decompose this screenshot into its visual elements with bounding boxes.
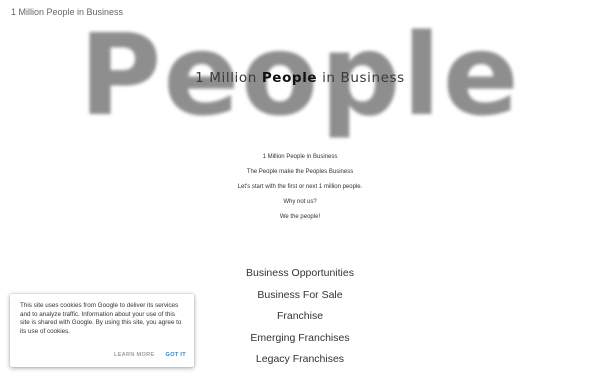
link-business-for-sale[interactable]: Business For Sale <box>257 289 342 302</box>
link-business-opportunities[interactable]: Business Opportunities <box>246 267 354 280</box>
learn-more-button[interactable]: LEARN MORE <box>114 352 155 358</box>
intro-line: 1 Million People in Business <box>262 154 338 160</box>
got-it-button[interactable]: GOT IT <box>166 352 186 358</box>
intro-line: Why not us? <box>283 199 317 205</box>
hero-headline-start: 1 Million <box>195 70 262 86</box>
page: 1 Million People in Business People 1 Mi… <box>0 0 600 375</box>
link-emerging-franchises[interactable]: Emerging Franchises <box>250 332 349 345</box>
cookie-message: This site uses cookies from Google to de… <box>20 302 182 335</box>
cookie-consent-banner: This site uses cookies from Google to de… <box>10 294 194 367</box>
hero-headline: 1 Million People in Business <box>0 70 600 86</box>
hero-banner: People 1 Million People in Business <box>0 18 600 138</box>
intro-line: Let's start with the first or next 1 mil… <box>237 184 363 190</box>
cookie-actions: LEARN MORE GOT IT <box>114 352 186 358</box>
intro-line: The People make the Peoples Business <box>246 169 354 175</box>
hero-headline-bold: People <box>261 70 318 86</box>
intro-text: 1 Million People in Business The People … <box>0 154 600 229</box>
link-legacy-franchises[interactable]: Legacy Franchises <box>256 353 344 366</box>
intro-line: We the people! <box>279 214 321 220</box>
link-franchise[interactable]: Franchise <box>277 310 323 323</box>
hero-headline-end: in Business <box>317 70 405 86</box>
